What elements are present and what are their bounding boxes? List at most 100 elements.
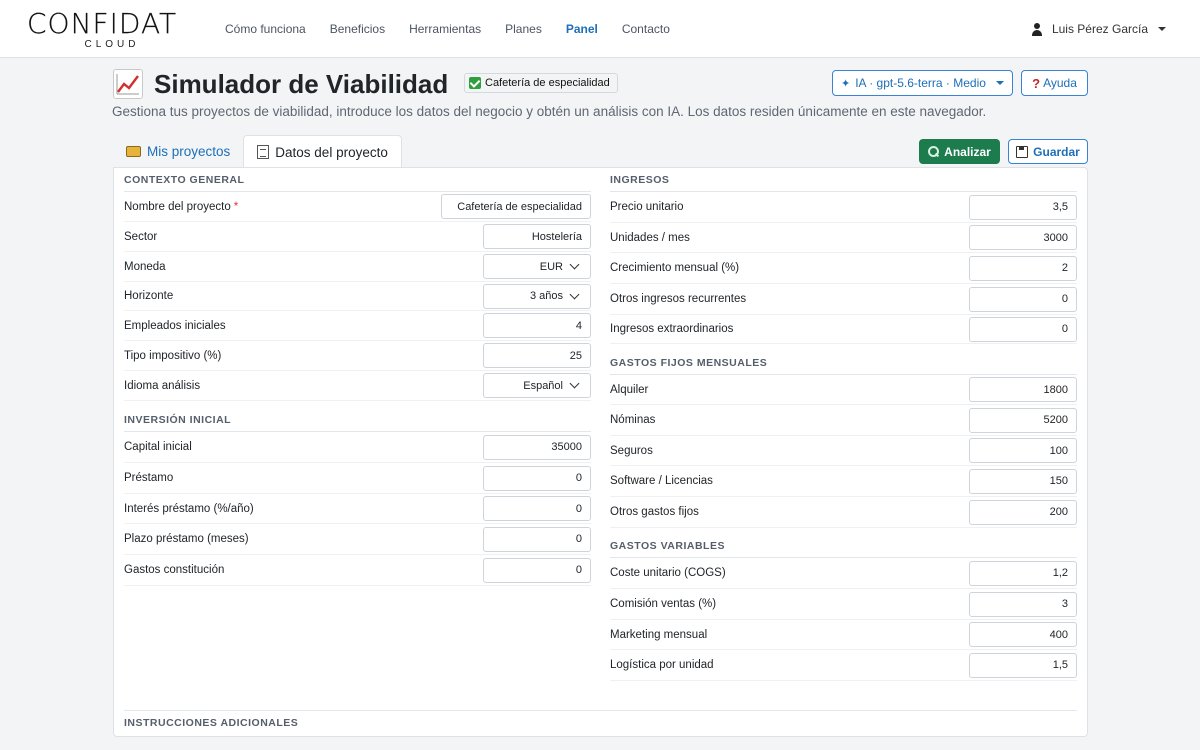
growth-input[interactable]: 2 — [969, 255, 1077, 281]
form-row-unidades: Unidades / mes 3000 — [610, 223, 1077, 253]
unit-price-input[interactable]: 3,5 — [969, 194, 1077, 220]
chevron-down-icon — [569, 289, 580, 299]
top-navbar: CONFIDAT CLOUD Cómo funciona Beneficios … — [0, 0, 1200, 58]
form-row-alquiler: Alquiler 1800 — [610, 375, 1077, 405]
form-row-nominas: Nóminas 5200 — [610, 405, 1077, 436]
logistics-input[interactable]: 1,5 — [969, 652, 1077, 678]
form-row-moneda: Moneda EUR — [124, 252, 591, 282]
chevron-down-icon — [569, 259, 580, 270]
user-menu[interactable]: Luis Pérez García — [1031, 0, 1166, 58]
left-column: CONTEXTO GENERAL Nombre del proyecto * Ca… — [124, 168, 591, 586]
tax-rate-input[interactable]: 25 — [483, 343, 591, 368]
form-row-idioma: Idioma análisis Español — [124, 371, 591, 401]
section-title-ingresos: INGRESOS — [610, 168, 1077, 192]
software-input[interactable]: 150 — [969, 468, 1077, 494]
form-row-impuesto: Tipo impositivo (%) 25 — [124, 341, 591, 371]
magnifier-icon — [928, 146, 940, 157]
form-row-comision: Comisión ventas (%) 3 — [610, 589, 1077, 620]
units-input[interactable]: 3000 — [969, 225, 1077, 250]
form-row-precio: Precio unitario 3,5 — [610, 192, 1077, 223]
section-title-fijos: GASTOS FIJOS MENSUALES — [610, 344, 1077, 375]
brand-subtitle: CLOUD — [84, 39, 140, 50]
form-row-constitucion: Gastos constitución 0 — [124, 555, 591, 586]
ai-model-label: IA · gpt-5.6-terra · Medio — [855, 76, 986, 90]
save-button[interactable]: Guardar — [1008, 139, 1088, 164]
nav-link-panel[interactable]: Panel — [554, 22, 610, 36]
brand-logo[interactable]: CONFIDAT CLOUD — [27, 8, 189, 50]
sector-input[interactable]: Hostelería — [483, 224, 591, 249]
form-row-capital: Capital inicial 35000 — [124, 432, 591, 463]
language-select[interactable]: Español — [483, 373, 591, 398]
folder-icon — [126, 146, 141, 157]
insurance-input[interactable]: 100 — [969, 438, 1077, 463]
form-row-extraordinarios: Ingresos extraordinarios 0 — [610, 315, 1077, 344]
tab-label: Mis proyectos — [147, 144, 231, 159]
nav-links: Cómo funciona Beneficios Herramientas Pl… — [213, 0, 682, 58]
setup-costs-input[interactable]: 0 — [483, 557, 591, 583]
form-row-seguros: Seguros 100 — [610, 436, 1077, 466]
form-row-plazo: Plazo préstamo (meses) 0 — [124, 524, 591, 555]
page-header: Simulador de Viabilidad Cafetería de esp… — [113, 68, 1088, 100]
form-row-recurrentes: Otros ingresos recurrentes 0 — [610, 284, 1077, 315]
interest-input[interactable]: 0 — [483, 496, 591, 521]
project-badge: Cafetería de especialidad — [464, 73, 618, 93]
user-icon — [1031, 22, 1042, 36]
form-row-horizonte: Horizonte 3 años — [124, 282, 591, 311]
recurring-income-input[interactable]: 0 — [969, 286, 1077, 312]
nav-link-contacto[interactable]: Contacto — [610, 22, 682, 36]
question-icon: ? — [1032, 75, 1041, 91]
analyze-label: Analizar — [944, 144, 991, 159]
marketing-input[interactable]: 400 — [969, 622, 1077, 647]
tab-mis-proyectos[interactable]: Mis proyectos — [113, 135, 243, 168]
extraordinary-income-input[interactable]: 0 — [969, 316, 1077, 342]
loan-input[interactable]: 0 — [483, 465, 591, 491]
employees-input[interactable]: 4 — [483, 313, 591, 338]
analyze-button[interactable]: Analizar — [919, 139, 1000, 164]
cogs-input[interactable]: 1,2 — [969, 560, 1077, 586]
form-row-prestamo: Préstamo 0 — [124, 463, 591, 494]
caret-down-icon — [1158, 27, 1166, 31]
check-icon — [469, 77, 481, 89]
section-title-variables: GASTOS VARIABLES — [610, 528, 1077, 558]
required-marker: * — [233, 200, 239, 213]
ai-model-dropdown[interactable]: ✦ IA · gpt-5.6-terra · Medio — [832, 70, 1013, 96]
tab-datos-proyecto[interactable]: Datos del proyecto — [243, 135, 402, 168]
page-subtitle: Gestiona tus proyectos de viabilidad, in… — [112, 104, 987, 119]
form-row-coste: Coste unitario (COGS) 1,2 — [610, 558, 1077, 589]
form-row-nombre: Nombre del proyecto * Cafetería de especi… — [124, 192, 591, 222]
form-row-otros-fijos: Otros gastos fijos 200 — [610, 497, 1077, 528]
project-name-input[interactable]: Cafetería de especialidad — [441, 194, 591, 219]
floppy-disk-icon — [1016, 145, 1029, 158]
help-label: Ayuda — [1043, 76, 1077, 90]
tab-label: Datos del proyecto — [275, 144, 388, 160]
tabs: Mis proyectos Datos del proyecto — [113, 135, 402, 168]
caret-down-icon — [996, 81, 1004, 85]
form-row-software: Software / Licencias 150 — [610, 466, 1077, 497]
page-title: Simulador de Viabilidad — [154, 69, 449, 99]
horizon-select[interactable]: 3 años — [483, 283, 591, 309]
capital-input[interactable]: 35000 — [483, 434, 591, 460]
save-label: Guardar — [1033, 144, 1080, 159]
form-row-marketing: Marketing mensual 400 — [610, 620, 1077, 650]
nav-link-herramientas[interactable]: Herramientas — [397, 22, 493, 36]
commission-input[interactable]: 3 — [969, 591, 1077, 617]
nav-link-beneficios[interactable]: Beneficios — [318, 22, 397, 36]
project-badge-label: Cafetería de especialidad — [485, 77, 610, 89]
sparkle-icon: ✦ — [841, 77, 851, 90]
help-button[interactable]: ? Ayuda — [1021, 70, 1088, 96]
section-title-instrucciones: INSTRUCCIONES ADICIONALES — [124, 710, 1077, 734]
form-row-empleados: Empleados iniciales 4 — [124, 311, 591, 341]
currency-select[interactable]: EUR — [483, 254, 591, 279]
nav-link-planes[interactable]: Planes — [493, 22, 554, 36]
chart-increasing-icon — [113, 69, 143, 99]
project-data-panel: CONTEXTO GENERAL Nombre del proyecto * Ca… — [113, 167, 1088, 737]
form-row-logistica: Logística por unidad 1,5 — [610, 650, 1077, 681]
nav-link-como-funciona[interactable]: Cómo funciona — [213, 22, 318, 36]
payroll-input[interactable]: 5200 — [969, 407, 1077, 433]
form-row-crecimiento: Crecimiento mensual (%) 2 — [610, 253, 1077, 284]
rent-input[interactable]: 1800 — [969, 377, 1077, 402]
chevron-down-icon — [569, 378, 580, 389]
loan-term-input[interactable]: 0 — [483, 526, 591, 552]
form-row-sector: Sector Hostelería — [124, 222, 591, 252]
other-fixed-input[interactable]: 200 — [969, 499, 1077, 525]
